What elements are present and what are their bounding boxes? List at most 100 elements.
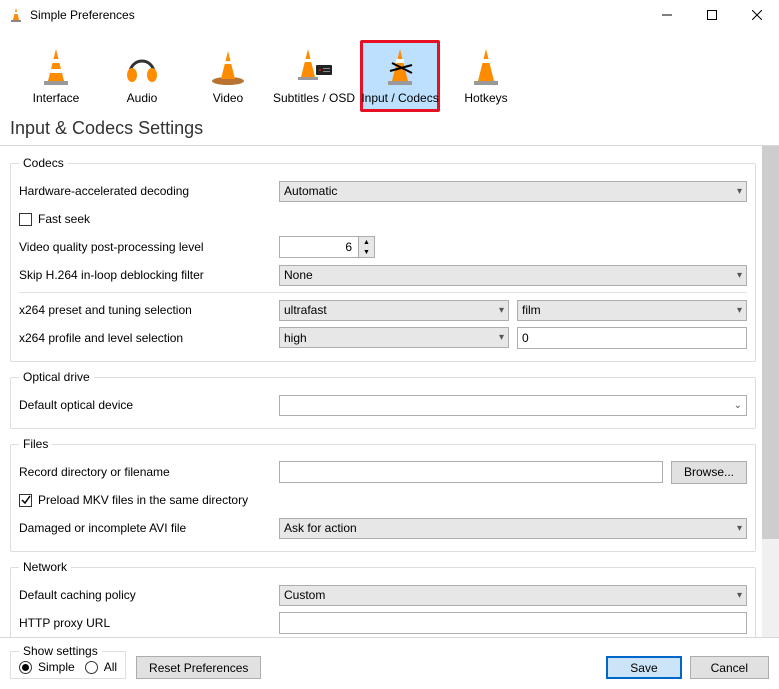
button-label: Reset Preferences [149, 661, 248, 675]
chevron-down-icon: ▾ [499, 332, 504, 343]
button-label: Cancel [711, 661, 748, 675]
x264-preset-label: x264 preset and tuning selection [19, 303, 279, 317]
checkbox-icon [19, 213, 32, 226]
tab-label: Input / Codecs [361, 91, 438, 105]
page-title: Input & Codecs Settings [0, 114, 779, 145]
radio-label: Simple [38, 660, 75, 674]
footer: Show settings Simple All Reset Preferenc… [0, 637, 779, 689]
minimize-button[interactable] [644, 0, 689, 30]
scrollbar-thumb[interactable] [762, 146, 779, 539]
radio-icon [85, 661, 98, 674]
damaged-avi-label: Damaged or incomplete AVI file [19, 521, 279, 535]
optical-device-label: Default optical device [19, 398, 279, 412]
tab-audio[interactable]: Audio [102, 40, 182, 112]
codecs-group: Codecs Hardware-accelerated decoding Aut… [10, 156, 756, 362]
cone-icon [34, 45, 78, 89]
titlebar: Simple Preferences [0, 0, 779, 30]
cone-key-icon [464, 45, 508, 89]
chevron-down-icon: ▾ [737, 305, 742, 316]
app-icon [8, 7, 24, 23]
select-value: film [522, 303, 541, 317]
network-group: Network Default caching policy Custom ▾ H… [10, 560, 756, 637]
tab-label: Subtitles / OSD [273, 91, 355, 105]
skip-deblock-select[interactable]: None ▾ [279, 265, 747, 286]
hw-decoding-label: Hardware-accelerated decoding [19, 184, 279, 198]
record-dir-label: Record directory or filename [19, 465, 279, 479]
x264-tune-select[interactable]: film ▾ [517, 300, 747, 321]
chevron-down-icon: ▾ [737, 186, 742, 197]
group-legend: Codecs [19, 156, 68, 170]
select-value: Custom [284, 588, 325, 602]
spinner-value: 6 [280, 240, 358, 254]
caching-select[interactable]: Custom ▾ [279, 585, 747, 606]
save-button[interactable]: Save [606, 656, 681, 679]
proxy-label: HTTP proxy URL [19, 616, 279, 630]
settings-scroll-area: Codecs Hardware-accelerated decoding Aut… [0, 146, 762, 637]
window-title: Simple Preferences [30, 8, 644, 22]
x264-level-input[interactable]: 0 [517, 327, 747, 349]
checkbox-label: Fast seek [38, 212, 90, 226]
hw-decoding-select[interactable]: Automatic ▾ [279, 181, 747, 202]
group-legend: Network [19, 560, 71, 574]
spinner-down-icon[interactable]: ▼ [359, 247, 374, 257]
chevron-down-icon: ▾ [737, 523, 742, 534]
simple-radio[interactable]: Simple [19, 660, 75, 674]
caching-label: Default caching policy [19, 588, 279, 602]
select-value: Automatic [284, 184, 337, 198]
chevron-down-icon: ▾ [737, 590, 742, 601]
cone-reel-icon [206, 45, 250, 89]
tab-subtitles[interactable]: Subtitles / OSD [274, 40, 354, 112]
select-value: ultrafast [284, 303, 327, 317]
tab-video[interactable]: Video [188, 40, 268, 112]
spinner-up-icon[interactable]: ▲ [359, 237, 374, 247]
fast-seek-checkbox[interactable]: Fast seek [19, 212, 90, 226]
scrollbar[interactable] [762, 146, 779, 637]
chevron-down-icon: ▾ [737, 270, 742, 281]
files-group: Files Record directory or filename Brows… [10, 437, 756, 552]
damaged-avi-select[interactable]: Ask for action ▾ [279, 518, 747, 539]
tab-hotkeys[interactable]: Hotkeys [446, 40, 526, 112]
cone-sign-icon [292, 45, 336, 89]
reset-preferences-button[interactable]: Reset Preferences [136, 656, 261, 679]
group-legend: Files [19, 437, 52, 451]
radio-label: All [104, 660, 117, 674]
tab-input-codecs[interactable]: Input / Codecs [360, 40, 440, 112]
tab-label: Hotkeys [464, 91, 507, 105]
x264-profile-label: x264 profile and level selection [19, 331, 279, 345]
tab-label: Interface [33, 91, 80, 105]
checkbox-icon [19, 494, 32, 507]
record-dir-input[interactable] [279, 461, 663, 483]
optical-group: Optical drive Default optical device ⌄ [10, 370, 756, 429]
button-label: Save [630, 661, 657, 675]
proxy-input[interactable] [279, 612, 747, 634]
select-value: None [284, 268, 313, 282]
optical-device-select[interactable]: ⌄ [279, 395, 747, 416]
cone-zip-icon [378, 45, 422, 89]
chevron-down-icon: ▾ [499, 305, 504, 316]
select-value: Ask for action [284, 521, 357, 535]
show-settings-group: Show settings Simple All [10, 644, 126, 679]
tab-label: Audio [127, 91, 158, 105]
browse-button[interactable]: Browse... [671, 461, 747, 484]
radio-icon [19, 661, 32, 674]
chevron-down-icon: ⌄ [734, 400, 742, 411]
skip-deblock-label: Skip H.264 in-loop deblocking filter [19, 268, 279, 282]
select-value: high [284, 331, 307, 345]
divider [19, 292, 747, 293]
button-label: Browse... [684, 465, 734, 479]
all-radio[interactable]: All [85, 660, 117, 674]
post-level-label: Video quality post-processing level [19, 240, 279, 254]
category-tabs: Interface Audio Video Subtitles / OSD In… [0, 30, 779, 114]
group-legend: Show settings [19, 644, 102, 658]
cancel-button[interactable]: Cancel [690, 656, 769, 679]
x264-preset-select[interactable]: ultrafast ▾ [279, 300, 509, 321]
tab-label: Video [213, 91, 243, 105]
checkbox-label: Preload MKV files in the same directory [38, 493, 248, 507]
input-value: 0 [522, 331, 529, 345]
maximize-button[interactable] [689, 0, 734, 30]
post-level-spinner[interactable]: 6▲▼ [279, 236, 375, 258]
x264-profile-select[interactable]: high ▾ [279, 327, 509, 348]
preload-mkv-checkbox[interactable]: Preload MKV files in the same directory [19, 493, 248, 507]
tab-interface[interactable]: Interface [16, 40, 96, 112]
close-button[interactable] [734, 0, 779, 30]
